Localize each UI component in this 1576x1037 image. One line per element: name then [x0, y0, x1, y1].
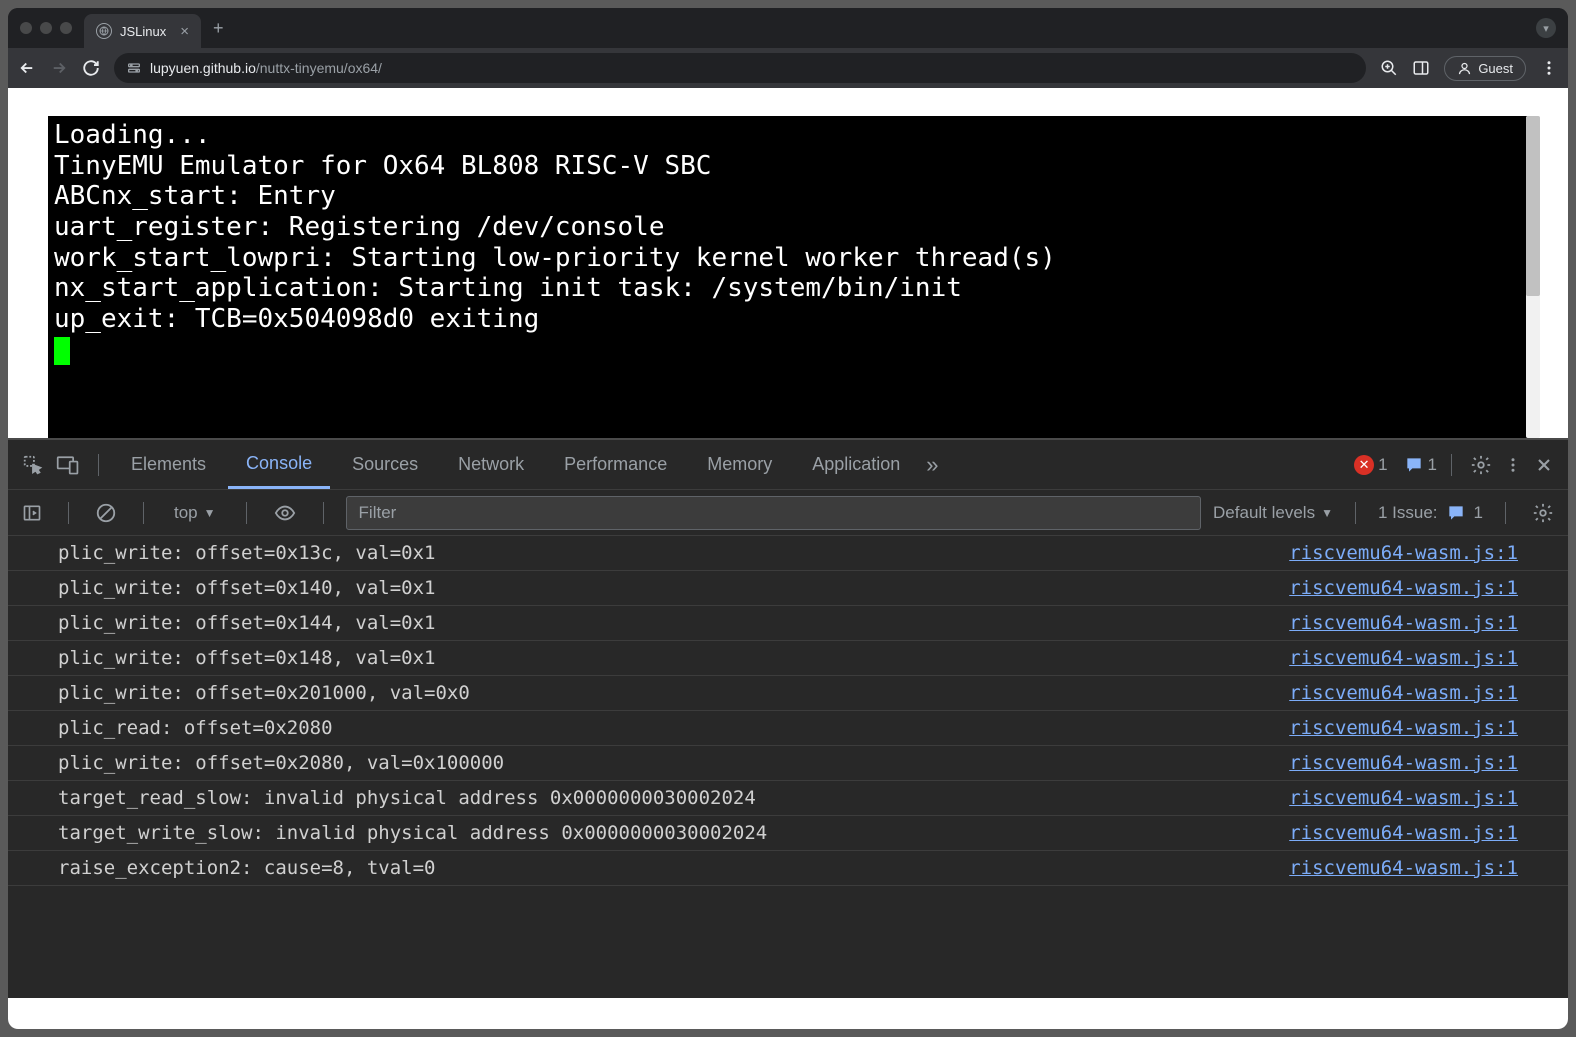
tab-console[interactable]: Console — [228, 441, 330, 489]
tab-title: JSLinux — [120, 24, 166, 39]
console-settings-icon[interactable] — [1528, 498, 1558, 528]
console-source-link[interactable]: riscvemu64-wasm.js:1 — [1289, 647, 1518, 669]
console-source-link[interactable]: riscvemu64-wasm.js:1 — [1289, 577, 1518, 599]
terminal[interactable]: Loading... TinyEMU Emulator for Ox64 BL8… — [48, 116, 1528, 438]
console-message: plic_write: offset=0x144, val=0x1 — [58, 612, 1289, 634]
tab-network[interactable]: Network — [440, 442, 542, 487]
window-controls — [20, 22, 72, 34]
inspect-icon[interactable] — [18, 450, 48, 480]
console-output[interactable]: plic_write: offset=0x13c, val=0x1 riscve… — [8, 536, 1568, 998]
side-panel-icon[interactable] — [1412, 59, 1430, 77]
console-row[interactable]: raise_exception2: cause=8, tval=0 riscve… — [8, 851, 1568, 886]
tab-application[interactable]: Application — [794, 442, 918, 487]
dropdown-icon: ▼ — [1321, 506, 1333, 520]
devtools-panel: Elements Console Sources Network Perform… — [8, 438, 1568, 998]
more-tabs-icon[interactable]: » — [922, 448, 942, 482]
dropdown-icon: ▼ — [204, 506, 216, 520]
console-source-link[interactable]: riscvemu64-wasm.js:1 — [1289, 542, 1518, 564]
forward-button[interactable] — [50, 59, 68, 77]
chevron-down-icon[interactable]: ▾ — [1536, 18, 1556, 38]
issue-icon — [1446, 503, 1466, 523]
titlebar: JSLinux × + ▾ — [8, 8, 1568, 48]
browser-window: JSLinux × + ▾ lupyuen.github.io/nuttx-ti… — [8, 8, 1568, 1029]
sidebar-toggle-icon[interactable] — [18, 499, 46, 527]
console-row[interactable]: plic_write: offset=0x2080, val=0x100000 … — [8, 746, 1568, 781]
menu-icon[interactable] — [1540, 59, 1558, 77]
console-message: plic_write: offset=0x13c, val=0x1 — [58, 542, 1289, 564]
console-row[interactable]: target_write_slow: invalid physical addr… — [8, 816, 1568, 851]
reload-button[interactable] — [82, 59, 100, 77]
console-row[interactable]: plic_write: offset=0x201000, val=0x0 ris… — [8, 676, 1568, 711]
console-source-link[interactable]: riscvemu64-wasm.js:1 — [1289, 787, 1518, 809]
info-icon — [1404, 455, 1424, 475]
new-tab-button[interactable]: + — [213, 18, 224, 39]
console-row[interactable]: plic_write: offset=0x140, val=0x1 riscve… — [8, 571, 1568, 606]
gear-icon[interactable] — [1466, 450, 1496, 480]
terminal-cursor — [54, 337, 70, 365]
console-row[interactable]: plic_read: offset=0x2080 riscvemu64-wasm… — [8, 711, 1568, 746]
kebab-icon[interactable] — [1500, 450, 1526, 480]
close-window-icon[interactable] — [20, 22, 32, 34]
maximize-window-icon[interactable] — [60, 22, 72, 34]
log-levels-selector[interactable]: Default levels ▼ — [1213, 503, 1333, 523]
console-message: target_write_slow: invalid physical addr… — [58, 822, 1289, 844]
console-source-link[interactable]: riscvemu64-wasm.js:1 — [1289, 822, 1518, 844]
console-row[interactable]: plic_write: offset=0x13c, val=0x1 riscve… — [8, 536, 1568, 571]
console-row[interactable]: target_read_slow: invalid physical addre… — [8, 781, 1568, 816]
tab-sources[interactable]: Sources — [334, 442, 436, 487]
error-icon: ✕ — [1354, 455, 1374, 475]
console-message: target_read_slow: invalid physical addre… — [58, 787, 1289, 809]
info-badge[interactable]: 1 — [1404, 455, 1437, 475]
back-button[interactable] — [18, 59, 36, 77]
tab-elements[interactable]: Elements — [113, 442, 224, 487]
page-content: Loading... TinyEMU Emulator for Ox64 BL8… — [8, 88, 1568, 1029]
tab-memory[interactable]: Memory — [689, 442, 790, 487]
terminal-container: Loading... TinyEMU Emulator for Ox64 BL8… — [8, 88, 1568, 438]
terminal-scrollbar[interactable] — [1526, 116, 1540, 438]
console-message: plic_write: offset=0x148, val=0x1 — [58, 647, 1289, 669]
address-bar[interactable]: lupyuen.github.io/nuttx-tinyemu/ox64/ — [114, 53, 1366, 83]
url-text: lupyuen.github.io/nuttx-tinyemu/ox64/ — [150, 60, 382, 76]
filter-input[interactable] — [346, 496, 1202, 530]
guest-profile-button[interactable]: Guest — [1444, 56, 1526, 81]
console-source-link[interactable]: riscvemu64-wasm.js:1 — [1289, 717, 1518, 739]
minimize-window-icon[interactable] — [40, 22, 52, 34]
console-filterbar: top ▼ Default levels ▼ 1 Issue: — [8, 490, 1568, 536]
console-message: plic_write: offset=0x201000, val=0x0 — [58, 682, 1289, 704]
console-row[interactable]: plic_write: offset=0x144, val=0x1 riscve… — [8, 606, 1568, 641]
console-source-link[interactable]: riscvemu64-wasm.js:1 — [1289, 612, 1518, 634]
console-message: plic_read: offset=0x2080 — [58, 717, 1289, 739]
console-source-link[interactable]: riscvemu64-wasm.js:1 — [1289, 857, 1518, 879]
globe-icon — [96, 23, 112, 39]
scrollbar-thumb[interactable] — [1526, 116, 1540, 296]
console-message: plic_write: offset=0x140, val=0x1 — [58, 577, 1289, 599]
close-tab-icon[interactable]: × — [180, 23, 189, 40]
console-source-link[interactable]: riscvemu64-wasm.js:1 — [1289, 682, 1518, 704]
close-devtools-icon[interactable] — [1530, 451, 1558, 479]
issues-link[interactable]: 1 Issue: 1 — [1378, 503, 1483, 523]
site-settings-icon[interactable] — [126, 60, 142, 76]
live-expression-icon[interactable] — [269, 498, 301, 528]
browser-toolbar: lupyuen.github.io/nuttx-tinyemu/ox64/ Gu… — [8, 48, 1568, 88]
error-badge[interactable]: ✕ 1 — [1354, 455, 1387, 475]
console-message: raise_exception2: cause=8, tval=0 — [58, 857, 1289, 879]
zoom-icon[interactable] — [1380, 59, 1398, 77]
clear-console-icon[interactable] — [91, 498, 121, 528]
context-selector[interactable]: top ▼ — [166, 499, 224, 527]
console-source-link[interactable]: riscvemu64-wasm.js:1 — [1289, 752, 1518, 774]
console-row[interactable]: plic_write: offset=0x148, val=0x1 riscve… — [8, 641, 1568, 676]
tab-performance[interactable]: Performance — [546, 442, 685, 487]
browser-tab[interactable]: JSLinux × — [84, 14, 201, 48]
console-message: plic_write: offset=0x2080, val=0x100000 — [58, 752, 1289, 774]
device-toggle-icon[interactable] — [52, 450, 84, 480]
devtools-tabs: Elements Console Sources Network Perform… — [8, 440, 1568, 490]
